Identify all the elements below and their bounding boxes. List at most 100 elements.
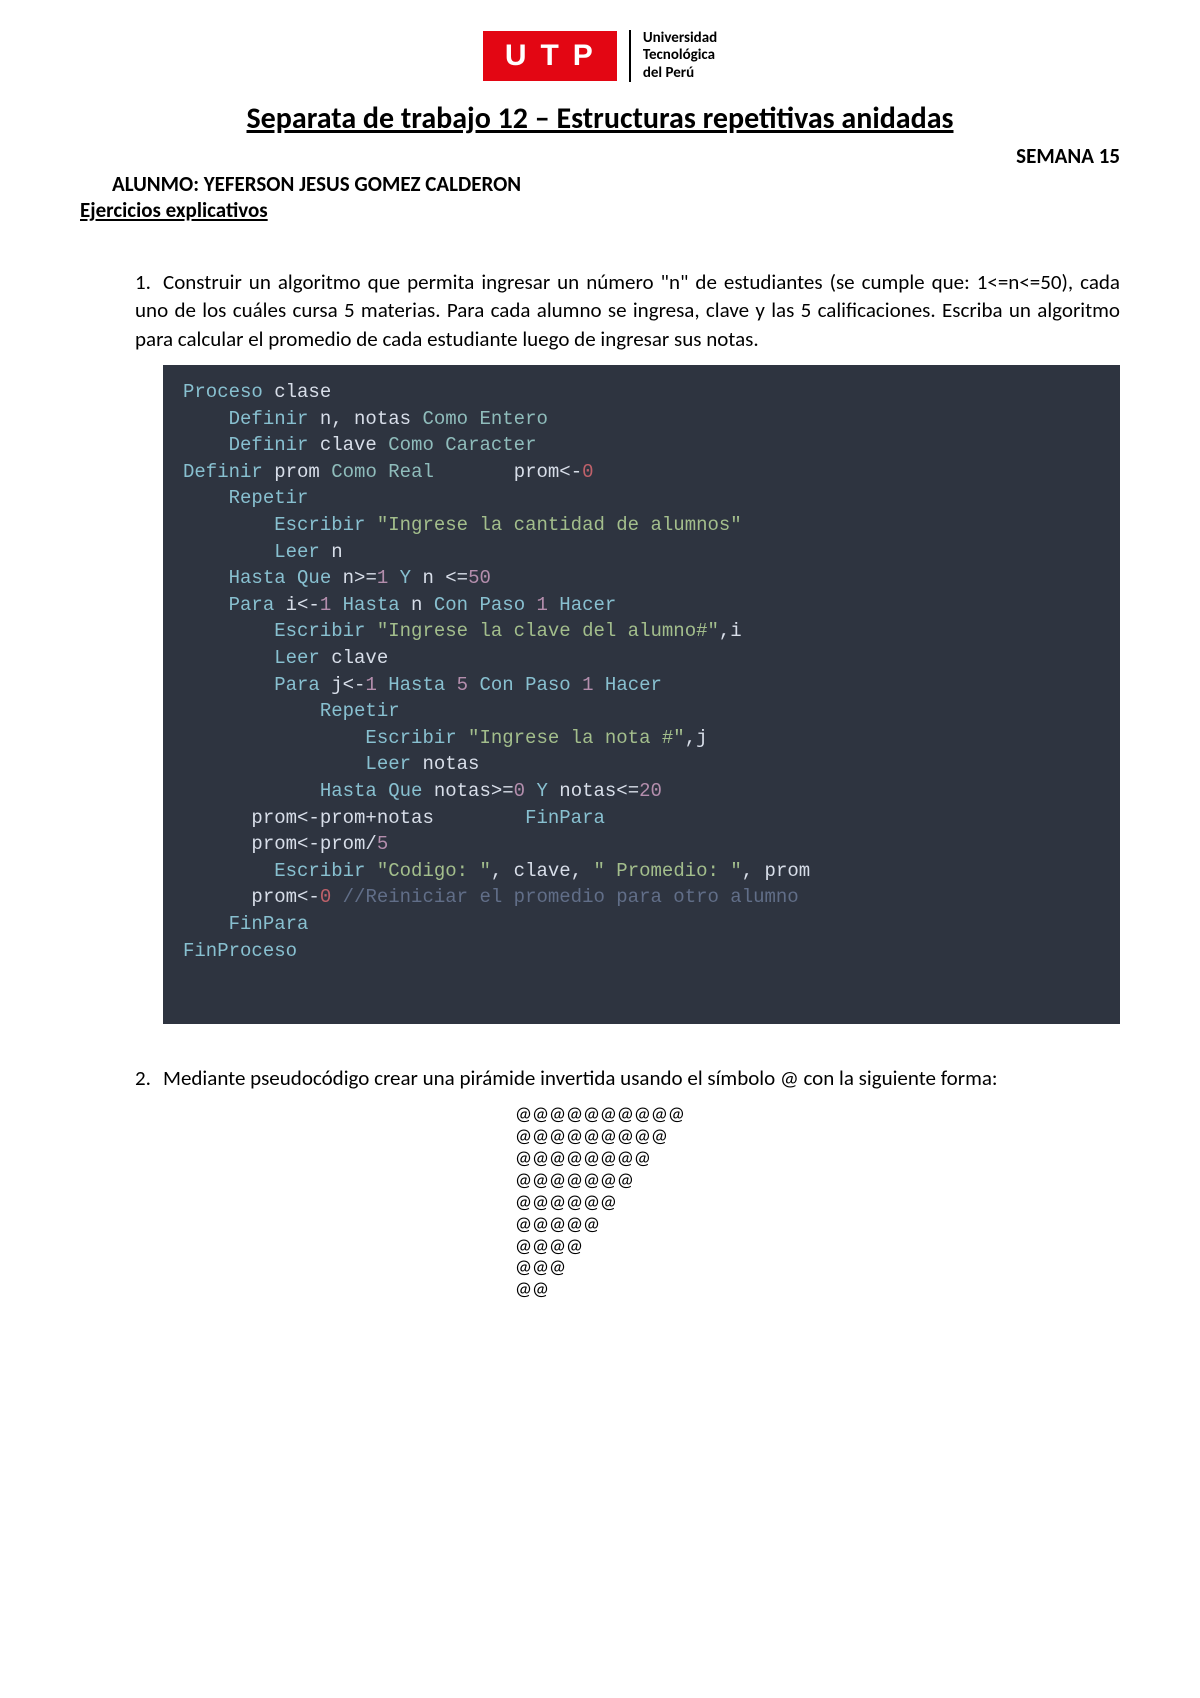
exercise-2-text: Mediante pseudocódigo crear una pirámide… [163, 1065, 998, 1091]
code-token: ,i [719, 620, 742, 642]
code-token: 0 [320, 886, 331, 908]
code-token: Hasta Que [183, 567, 331, 589]
code-token: prom<- [183, 886, 320, 908]
pyramid-row: @@@@@@@@@ [515, 1125, 668, 1148]
code-token: Escribir [183, 620, 377, 642]
logo-subtitle: Universidad Tecnológica del Perú [643, 30, 717, 82]
code-token: , clave, [491, 860, 594, 882]
code-block-1: Proceso clase Definir n, notas Como Ente… [163, 365, 1120, 1024]
pyramid-row: @@@@@ [515, 1213, 600, 1236]
code-token: Hacer [594, 674, 662, 696]
code-token: Definir [183, 461, 263, 483]
code-token: Repetir [183, 700, 400, 722]
code-token: Escribir [183, 860, 377, 882]
code-token: FinPara [183, 913, 308, 935]
code-token: Hacer [548, 594, 616, 616]
pyramid-row: @@@@ [515, 1235, 583, 1258]
code-token: 50 [468, 567, 491, 589]
code-token: 1 [320, 594, 331, 616]
code-token: Leer [183, 647, 320, 669]
code-token: 1 [377, 567, 388, 589]
code-token: , prom [742, 860, 810, 882]
code-token: Leer [183, 753, 411, 775]
code-token: ,j [685, 727, 708, 749]
code-token: clave [308, 434, 388, 456]
code-token: 0 [582, 461, 593, 483]
code-token: i<- [274, 594, 320, 616]
code-token: Definir [183, 434, 308, 456]
document-title: Separata de trabajo 12 – Estructuras rep… [80, 100, 1120, 137]
code-token: 0 [514, 780, 525, 802]
code-token: 5 [377, 833, 388, 855]
code-token: clave [320, 647, 388, 669]
page: UTP Universidad Tecnológica del Perú Sep… [0, 0, 1200, 1698]
code-token: prom<-prom/ [183, 833, 377, 855]
pyramid-row: @@@@@@ [515, 1191, 617, 1214]
exercise-1-text: Construir un algoritmo que permita ingre… [135, 269, 1120, 352]
code-token: notas>= [422, 780, 513, 802]
code-token: notas<= [548, 780, 639, 802]
code-token: Repetir [183, 487, 308, 509]
code-token: Definir [183, 408, 308, 430]
code-token: n, notas [308, 408, 422, 430]
code-token: FinPara [525, 807, 605, 829]
code-token: Y [388, 567, 411, 589]
code-token: prom<- [434, 461, 582, 483]
code-token: Proceso [183, 381, 263, 403]
code-token: j<- [320, 674, 366, 696]
code-token: Hasta [377, 674, 457, 696]
code-token: clase [263, 381, 331, 403]
code-token: Como Caracter [388, 434, 536, 456]
pyramid-output: @@@@@@@@@@ @@@@@@@@@ @@@@@@@@ @@@@@@@ @@… [515, 1104, 1120, 1301]
section-subtitle: Ejercicios explicativos [80, 197, 1120, 223]
student-name: ALUNMO: YEFERSON JESUS GOMEZ CALDERON [112, 171, 1120, 197]
code-token: Para [183, 594, 274, 616]
logo-line-3: del Perú [643, 65, 717, 82]
code-token: Escribir [183, 727, 468, 749]
code-token: 1 [365, 674, 376, 696]
exercise-list: 1.Construir un algoritmo que permita ing… [80, 268, 1120, 1301]
pyramid-row: @@@@@@@ [515, 1169, 634, 1192]
utp-logo-box: UTP [483, 31, 617, 81]
code-token: Para [183, 674, 320, 696]
code-token: Y [525, 780, 548, 802]
code-token: "Ingrese la nota #" [468, 727, 685, 749]
pyramid-row: @@@@@@@@ [515, 1147, 651, 1170]
logo-separator [629, 30, 631, 82]
code-token: 20 [639, 780, 662, 802]
code-token: n [400, 594, 434, 616]
code-token: prom [263, 461, 331, 483]
exercise-2-number: 2. [135, 1064, 163, 1092]
logo-line-2: Tecnológica [643, 47, 717, 64]
code-token: "Codigo: " [377, 860, 491, 882]
exercise-1: 1.Construir un algoritmo que permita ing… [135, 268, 1120, 353]
pyramid-row: @@@ [515, 1256, 566, 1279]
code-token: prom<-prom+notas [183, 807, 525, 829]
code-token: 1 [582, 674, 593, 696]
week-label: SEMANA 15 [80, 143, 1120, 169]
exercise-1-number: 1. [135, 268, 163, 296]
code-token: Hasta Que [183, 780, 422, 802]
code-token: " Promedio: " [594, 860, 742, 882]
pyramid-row: @@ [515, 1278, 549, 1301]
code-token: FinProceso [183, 940, 297, 962]
code-token: "Ingrese la clave del alumno#" [377, 620, 719, 642]
code-token: Leer [183, 541, 320, 563]
code-token: "Ingrese la cantidad de alumnos" [377, 514, 742, 536]
logo-line-1: Universidad [643, 30, 717, 47]
code-token: n>= [331, 567, 377, 589]
code-token: n [320, 541, 343, 563]
header-logo: UTP Universidad Tecnológica del Perú [80, 30, 1120, 82]
code-token: //Reiniciar el promedio para otro alumno [331, 886, 798, 908]
code-token: Con Paso [434, 594, 537, 616]
code-token: Como Entero [422, 408, 547, 430]
code-token: Escribir [183, 514, 377, 536]
pyramid-row: @@@@@@@@@@ [515, 1103, 685, 1126]
code-token: Hasta [331, 594, 399, 616]
exercise-2: 2.Mediante pseudocódigo crear una pirámi… [135, 1064, 1120, 1092]
code-token: 5 [457, 674, 468, 696]
code-token: notas [411, 753, 479, 775]
code-token: 1 [537, 594, 548, 616]
code-token: n <= [411, 567, 468, 589]
code-token: Con Paso [468, 674, 582, 696]
